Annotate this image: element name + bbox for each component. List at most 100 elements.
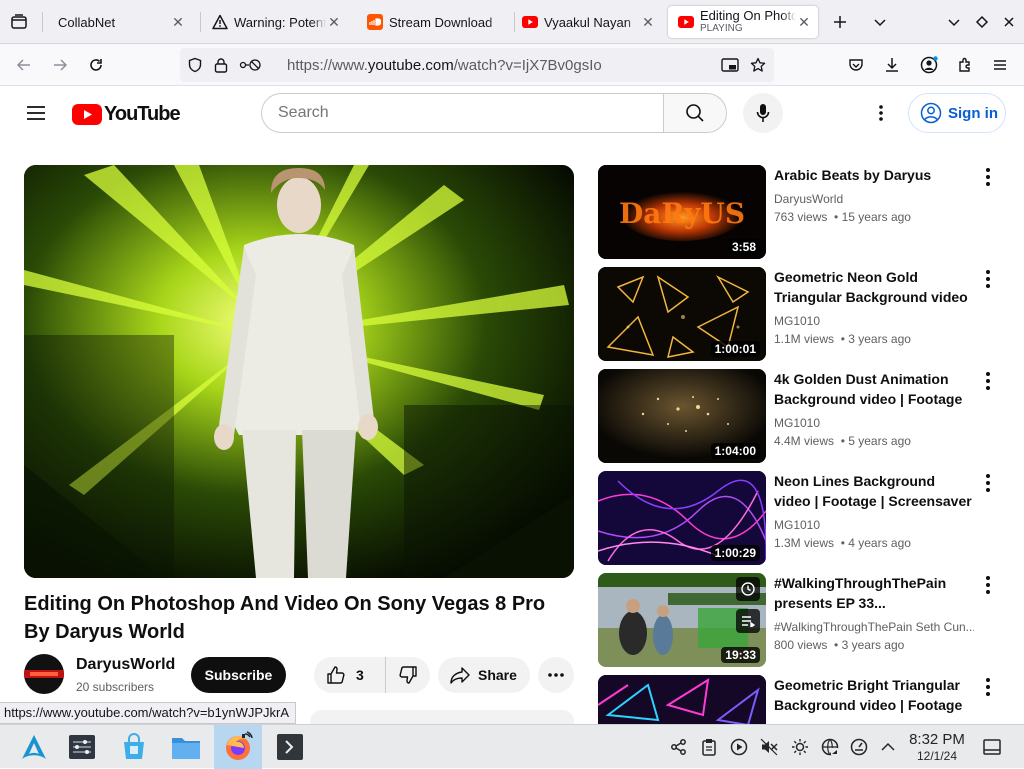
video-thumbnail[interactable]: DaRyUS 3:58 — [598, 165, 766, 259]
window-maximize-icon[interactable] — [971, 11, 993, 33]
video-player[interactable] — [24, 165, 574, 578]
tab-warning[interactable]: Warning: Potential Security Risk ✕ — [206, 6, 348, 38]
close-tab-icon[interactable]: ✕ — [796, 14, 812, 30]
brightness-icon[interactable] — [788, 725, 812, 769]
recommendation-meta: 1.3M views • 4 years ago — [774, 536, 911, 550]
account-icon[interactable] — [918, 54, 940, 76]
show-desktop-icon[interactable] — [980, 725, 1004, 769]
recommendation-channel[interactable]: MG1010 — [774, 416, 974, 430]
recommendation-title[interactable]: #WalkingThroughThePain presents EP 33... — [774, 573, 974, 613]
terminal-icon[interactable] — [270, 725, 310, 769]
more-options-icon[interactable] — [978, 677, 998, 697]
window-minimize-icon[interactable] — [943, 11, 965, 33]
channel-name[interactable]: DaryusWorld — [76, 656, 175, 674]
close-tab-icon[interactable]: ✕ — [640, 14, 656, 30]
recommendation-title[interactable]: Neon Lines Background video | Footage | … — [774, 471, 974, 511]
dislike-button[interactable] — [386, 657, 430, 693]
tab-stream-download[interactable]: Stream Download — [361, 6, 511, 38]
tab-collabnet[interactable]: CollabNet ✕ — [50, 6, 192, 38]
lock-icon[interactable] — [212, 56, 230, 74]
recommendation-title[interactable]: 4k Golden Dust Animation Background vide… — [774, 369, 974, 409]
recommendation-title[interactable]: Arabic Beats by Daryus — [774, 165, 974, 185]
list-item[interactable]: 19:33 #WalkingThroughThePain presents EP… — [598, 573, 1008, 667]
back-icon[interactable] — [13, 54, 35, 76]
list-item[interactable]: Geometric Bright Triangular Background v… — [598, 675, 1008, 724]
system-tray-expand-icon[interactable] — [876, 725, 900, 769]
recommendation-title[interactable]: Geometric Neon Gold Triangular Backgroun… — [774, 267, 974, 307]
more-options-icon[interactable] — [978, 575, 998, 595]
bookmark-star-icon[interactable] — [748, 56, 768, 74]
list-item[interactable]: 1:00:01 Geometric Neon Gold Triangular B… — [598, 267, 1008, 361]
volume-muted-icon[interactable] — [757, 725, 781, 769]
search-button[interactable] — [663, 93, 727, 133]
video-thumbnail[interactable]: 1:00:29 — [598, 471, 766, 565]
permissions-icon[interactable] — [238, 56, 262, 74]
more-options-icon[interactable] — [978, 167, 998, 187]
tab-list-icon[interactable] — [8, 11, 30, 33]
window-close-icon[interactable] — [998, 11, 1020, 33]
video-thumbnail[interactable]: 1:00:01 — [598, 267, 766, 361]
add-to-queue-icon[interactable] — [736, 609, 760, 633]
like-button[interactable]: 3 — [314, 657, 386, 693]
more-actions-button[interactable] — [538, 657, 574, 693]
reload-icon[interactable] — [85, 54, 107, 76]
clock[interactable]: 8:32 PM 12/1/24 — [898, 731, 976, 763]
recommendation-channel[interactable]: DaryusWorld — [774, 192, 974, 206]
downloads-icon[interactable] — [881, 54, 903, 76]
clock-time: 8:32 PM — [909, 731, 965, 748]
description-box[interactable] — [310, 710, 574, 724]
file-manager-icon[interactable] — [164, 725, 208, 769]
close-tab-icon[interactable]: ✕ — [170, 14, 186, 30]
video-thumbnail[interactable]: 19:33 — [598, 573, 766, 667]
forward-icon[interactable] — [49, 54, 71, 76]
tab-vyaakul-nayan[interactable]: Vyaakul Nayan ✕ — [516, 6, 662, 38]
video-thumbnail[interactable] — [598, 675, 766, 724]
app-launcher-icon[interactable] — [12, 725, 56, 769]
recommendation-channel[interactable]: #WalkingThroughThePain Seth Cun... — [774, 620, 974, 634]
youtube-logo[interactable]: YouTube — [72, 103, 181, 126]
clipboard-icon[interactable] — [697, 725, 721, 769]
menu-icon[interactable] — [989, 54, 1011, 76]
media-player-icon[interactable] — [727, 725, 751, 769]
list-item[interactable]: 1:04:00 4k Golden Dust Animation Backgro… — [598, 369, 1008, 463]
url-text[interactable]: https://www.youtube.com/watch?v=IjX7Bv0g… — [287, 57, 602, 74]
network-icon[interactable] — [818, 725, 842, 769]
tab-editing-on-photoshop[interactable]: Editing On Photoshop PLAYING ✕ — [668, 6, 818, 38]
settings-more-icon[interactable] — [869, 101, 893, 125]
hamburger-menu-icon[interactable] — [24, 101, 48, 125]
chevron-down-icon[interactable] — [869, 11, 891, 33]
system-settings-icon[interactable] — [62, 725, 102, 769]
address-bar[interactable]: https://www.youtube.com/watch?v=IjX7Bv0g… — [180, 48, 774, 82]
youtube-logo-icon — [72, 104, 102, 125]
list-item[interactable]: DaRyUS 3:58 Arabic Beats by Daryus Daryu… — [598, 165, 1008, 259]
close-tab-icon[interactable]: ✕ — [326, 14, 342, 30]
share-button[interactable]: Share — [438, 657, 530, 693]
more-options-icon[interactable] — [978, 473, 998, 493]
sign-in-label: Sign in — [948, 104, 998, 122]
network-share-icon[interactable] — [667, 725, 691, 769]
more-options-icon[interactable] — [978, 371, 998, 391]
recommendation-channel[interactable]: MG1010 — [774, 518, 974, 532]
new-tab-icon[interactable] — [829, 11, 851, 33]
list-item[interactable]: 1:00:29 Neon Lines Background video | Fo… — [598, 471, 1008, 565]
firefox-taskbar-icon[interactable] — [214, 725, 262, 769]
watch-later-icon[interactable] — [736, 577, 760, 601]
channel-avatar[interactable] — [24, 654, 64, 694]
search-input[interactable] — [278, 94, 658, 132]
voice-search-button[interactable] — [743, 93, 783, 133]
pocket-icon[interactable] — [845, 54, 867, 76]
more-options-icon[interactable] — [978, 269, 998, 289]
more-horizontal-icon — [548, 673, 564, 677]
video-thumbnail[interactable]: 1:04:00 — [598, 369, 766, 463]
recommendation-title[interactable]: Geometric Bright Triangular Background v… — [774, 675, 974, 715]
picture-in-picture-icon[interactable] — [720, 56, 740, 74]
software-store-icon[interactable] — [112, 725, 156, 769]
shield-icon[interactable] — [186, 56, 204, 74]
extensions-icon[interactable] — [954, 54, 976, 76]
subscribe-button[interactable]: Subscribe — [191, 657, 286, 693]
tab-title: Vyaakul Nayan — [544, 14, 631, 30]
recommendation-channel[interactable]: MG1010 — [774, 314, 974, 328]
updates-icon[interactable] — [847, 725, 871, 769]
sign-in-button[interactable]: Sign in — [908, 93, 1006, 133]
recommendation-meta: 1.1M views • 3 years ago — [774, 332, 911, 346]
